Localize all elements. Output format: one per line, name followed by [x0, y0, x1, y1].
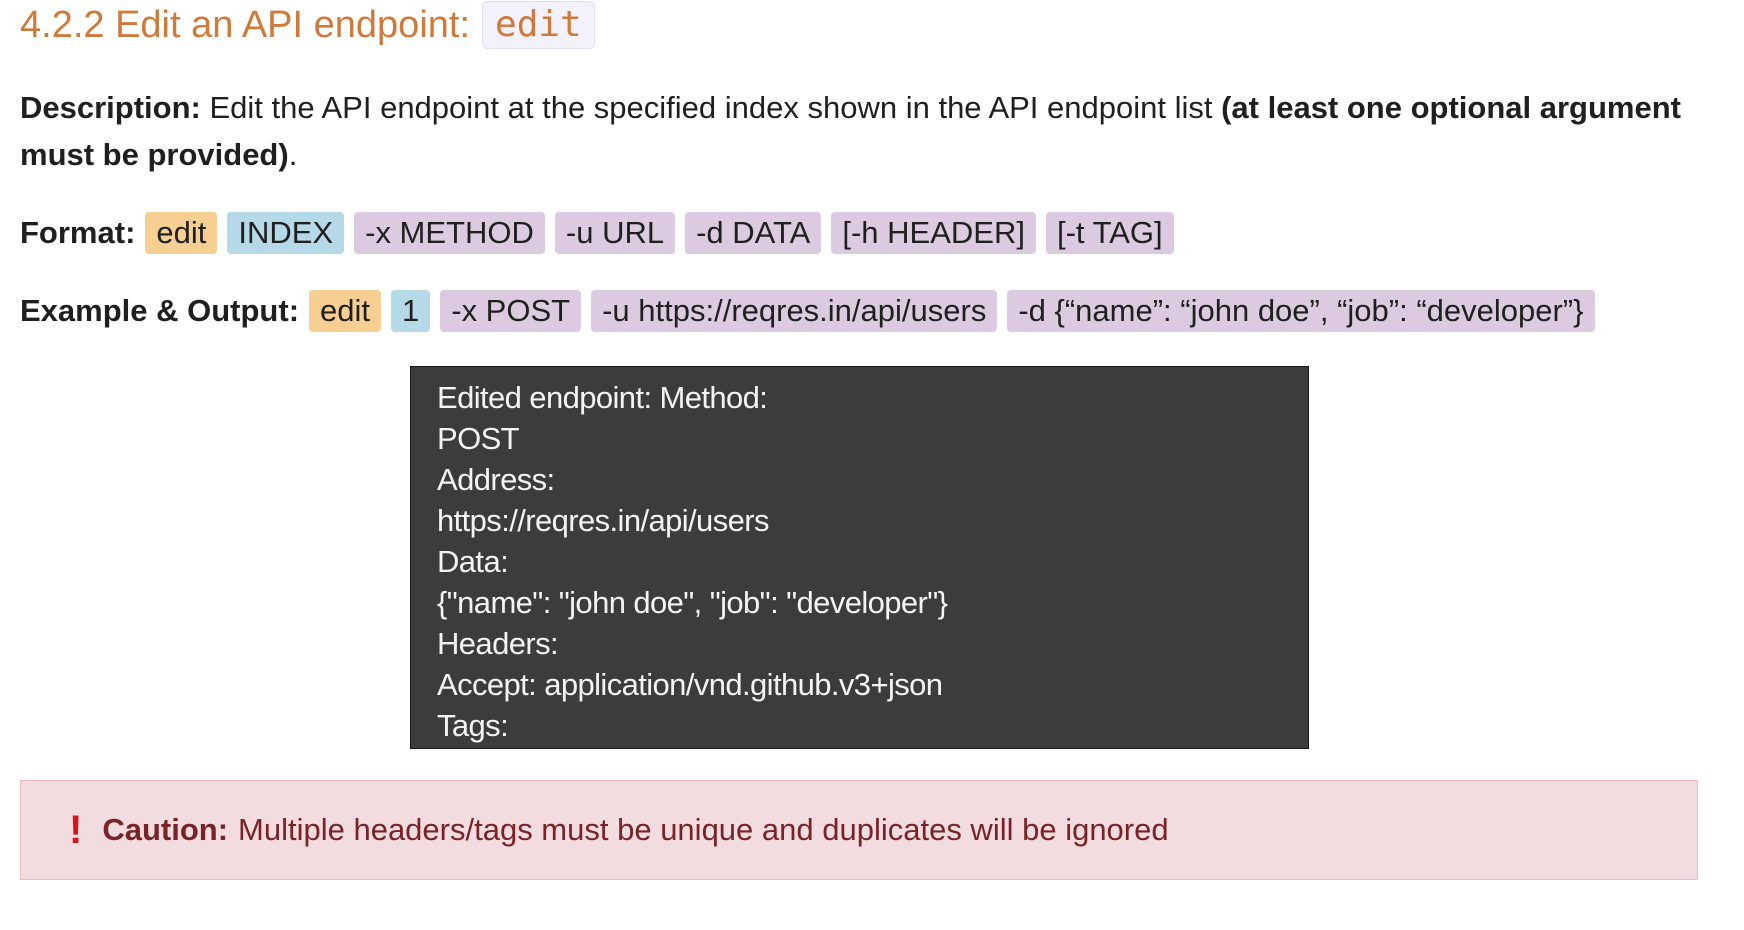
example-label: Example & Output: [20, 293, 300, 328]
example-index-tag: 1 [391, 290, 431, 332]
format-command-tag: edit [145, 212, 218, 254]
format-url-tag: -u URL [554, 212, 676, 254]
terminal-line: Headers: [437, 626, 559, 661]
terminal-line: Accept: application/vnd.github.v3+json [437, 667, 943, 702]
section-heading: 4.2.2 Edit an API endpoint: edit [20, 0, 595, 50]
terminal-line: Tags: [437, 708, 509, 743]
terminal-line: {"name": "john doe", "job": "developer"} [437, 585, 948, 620]
terminal-line: POST [437, 421, 520, 456]
example-method-tag: -x POST [440, 290, 582, 332]
format-data-tag: -d DATA [685, 212, 822, 254]
command-code: edit [482, 1, 595, 49]
terminal-line: Data: [437, 544, 509, 579]
section-title: 4.2.2 Edit an API endpoint: [20, 3, 471, 46]
format-header-tag: [-h HEADER] [831, 212, 1036, 254]
description-end: . [288, 137, 298, 172]
example-data-tag: -d {“name”: “john doe”, “job”: “develope… [1007, 290, 1595, 332]
terminal-line: Edited endpoint: Method: [437, 380, 768, 415]
caution-text: Multiple headers/tags must be unique and… [238, 812, 1169, 847]
example-command-tag: edit [309, 290, 381, 332]
example-url-tag: -u https://reqres.in/api/users [591, 290, 998, 332]
caution-box: ! Caution: Multiple headers/tags must be… [20, 780, 1698, 880]
output-terminal: Edited endpoint: Method: POST Address: h… [410, 366, 1309, 749]
format-index-tag: INDEX [227, 212, 345, 254]
terminal-line: Address: [437, 462, 555, 497]
description-text: Edit the API endpoint at the specified i… [200, 90, 1222, 125]
format-tag-tag: [-t TAG] [1045, 212, 1174, 254]
description-paragraph: Description: Edit the API endpoint at th… [20, 84, 1710, 178]
terminal-line: https://reqres.in/api/users [437, 503, 769, 538]
format-label: Format: [20, 215, 136, 250]
exclamation-icon: ! [69, 808, 83, 852]
format-row: Format: edit INDEX -x METHOD -u URL -d D… [20, 212, 1184, 254]
format-method-tag: -x METHOD [354, 212, 545, 254]
description-label: Description: [20, 90, 201, 125]
caution-label: Caution: [102, 812, 229, 847]
example-row: Example & Output: edit 1 -x POST -u http… [20, 290, 1605, 332]
